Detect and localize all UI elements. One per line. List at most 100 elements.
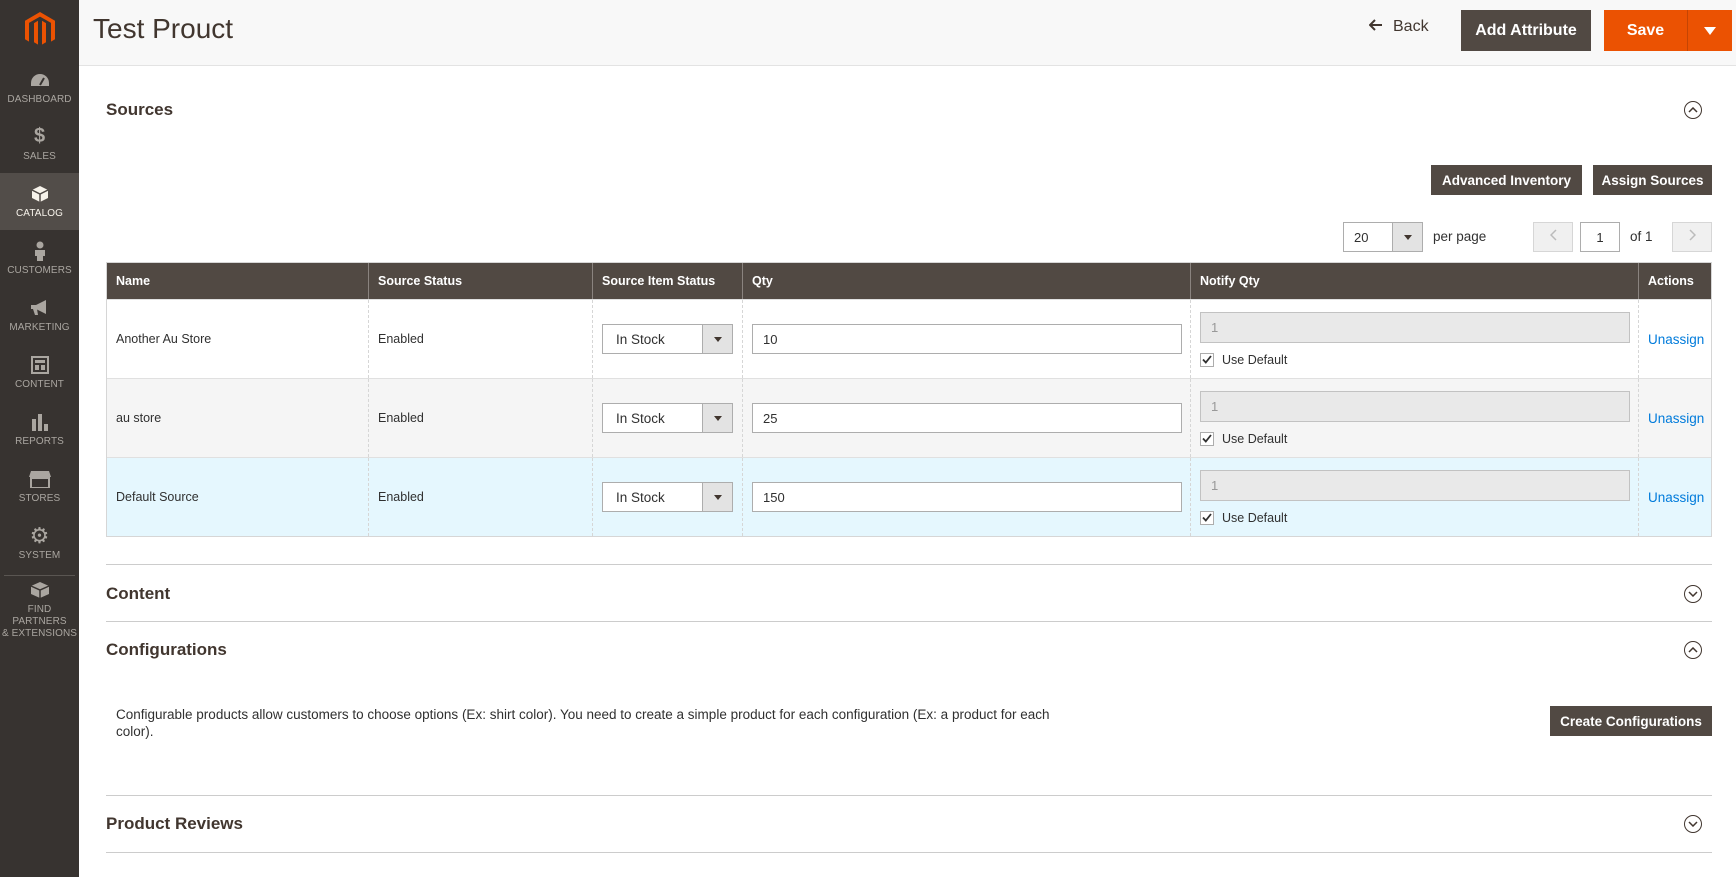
item-status-cell: In Stock: [593, 379, 743, 457]
nav-label: Catalog: [15, 207, 63, 219]
extensions-box-icon: [30, 580, 50, 600]
collapse-up-icon[interactable]: [1684, 101, 1702, 119]
bar-chart-icon: [31, 412, 49, 432]
table-row: Default Source Enabled In Stock 150 1 Us…: [107, 457, 1711, 536]
add-attribute-button[interactable]: Add Attribute: [1461, 10, 1591, 51]
use-default-checkbox-label[interactable]: Use Default: [1200, 352, 1288, 367]
item-status-select[interactable]: In Stock: [602, 324, 733, 354]
nav-customers[interactable]: Customers: [0, 230, 79, 287]
collapse-up-icon[interactable]: [1684, 641, 1702, 659]
save-options-toggle[interactable]: [1688, 10, 1732, 51]
configurations-section-header[interactable]: Configurations: [106, 640, 1712, 660]
grid-header-row: Name Source Status Source Item Status Qt…: [107, 263, 1711, 299]
section-title: Sources: [106, 100, 174, 119]
assign-sources-button[interactable]: Assign Sources: [1593, 165, 1712, 195]
use-default-checkbox-label[interactable]: Use Default: [1200, 510, 1288, 525]
item-status-select[interactable]: In Stock: [602, 403, 733, 433]
nav-stores[interactable]: Stores: [0, 458, 79, 515]
sources-section-header[interactable]: Sources: [106, 100, 1712, 120]
per-page-select[interactable]: 20: [1343, 222, 1423, 252]
item-status-select[interactable]: In Stock: [602, 482, 733, 512]
page-number-input[interactable]: 1: [1580, 222, 1620, 252]
nav-system[interactable]: ⚙ System: [0, 515, 79, 572]
save-button[interactable]: Save: [1604, 10, 1688, 51]
nav-catalog[interactable]: Catalog: [0, 173, 79, 230]
qty-cell: 25: [743, 379, 1191, 457]
nav-content[interactable]: Content: [0, 344, 79, 401]
next-page-button[interactable]: [1672, 222, 1712, 252]
source-status: Enabled: [369, 458, 593, 536]
arrow-left-icon: [1368, 18, 1383, 36]
section-divider: [106, 795, 1712, 796]
checkbox-checked[interactable]: [1200, 510, 1214, 525]
nav-sales[interactable]: $ Sales: [0, 116, 79, 173]
product-reviews-section-header[interactable]: Product Reviews: [106, 814, 1712, 834]
back-button[interactable]: Back: [1368, 18, 1429, 36]
unassign-link[interactable]: Unassign: [1648, 490, 1704, 505]
nav-label: Customers: [7, 264, 72, 276]
person-icon: [33, 241, 47, 261]
source-name: Default Source: [107, 458, 369, 536]
qty-cell: 150: [743, 458, 1191, 536]
dollar-icon: $: [33, 125, 46, 147]
nav-label: Stores: [18, 492, 61, 504]
dashboard-icon: [30, 70, 50, 90]
nav-label: Marketing: [9, 321, 70, 333]
use-default-label: Use Default: [1222, 352, 1288, 367]
qty-input[interactable]: 10: [752, 324, 1182, 354]
section-title: Product Reviews: [106, 814, 243, 833]
qty-input[interactable]: 25: [752, 403, 1182, 433]
item-status-cell: In Stock: [593, 458, 743, 536]
actions-cell: Unassign: [1639, 300, 1711, 378]
table-row: Another Au Store Enabled In Stock 10 1 U…: [107, 299, 1711, 378]
magento-logo[interactable]: [0, 0, 79, 59]
notify-qty-cell: 1 Use Default: [1191, 300, 1639, 378]
chevron-left-icon: [1549, 228, 1557, 246]
layout-icon: [30, 355, 49, 375]
notify-qty-cell: 1 Use Default: [1191, 379, 1639, 457]
caret-down-icon: [702, 404, 732, 432]
advanced-inventory-button[interactable]: Advanced Inventory: [1431, 165, 1582, 195]
qty-input[interactable]: 150: [752, 482, 1182, 512]
nav-reports[interactable]: Reports: [0, 401, 79, 458]
notify-qty-cell: 1 Use Default: [1191, 458, 1639, 536]
per-page-label: per page: [1433, 229, 1487, 244]
section-divider: [106, 621, 1712, 622]
caret-down-icon: [702, 483, 732, 511]
checkbox-checked[interactable]: [1200, 352, 1214, 367]
nav-label: Dashboard: [7, 93, 72, 105]
column-header: Source Item Status: [593, 263, 743, 299]
use-default-checkbox-label[interactable]: Use Default: [1200, 431, 1288, 446]
nav-dashboard[interactable]: Dashboard: [0, 59, 79, 116]
actions-cell: Unassign: [1639, 379, 1711, 457]
expand-down-icon[interactable]: [1684, 815, 1702, 833]
chevron-right-icon: [1688, 228, 1696, 246]
page-header: Test Prouct Back Add Attribute Save: [79, 0, 1736, 66]
use-default-label: Use Default: [1222, 510, 1288, 525]
column-header: Notify Qty: [1191, 263, 1639, 299]
notify-qty-input: 1: [1200, 311, 1630, 343]
expand-down-icon[interactable]: [1684, 585, 1702, 603]
notify-qty-input: 1: [1200, 390, 1630, 422]
content-section-header[interactable]: Content: [106, 584, 1712, 604]
use-default-label: Use Default: [1222, 431, 1288, 446]
source-name: Another Au Store: [107, 300, 369, 378]
item-status-value: In Stock: [616, 489, 665, 505]
storefront-icon: [28, 469, 51, 489]
actions-cell: Unassign: [1639, 458, 1711, 536]
item-status-cell: In Stock: [593, 300, 743, 378]
column-header: Actions: [1648, 274, 1694, 288]
unassign-link[interactable]: Unassign: [1648, 411, 1704, 426]
qty-cell: 10: [743, 300, 1191, 378]
create-configurations-button[interactable]: Create Configurations: [1550, 706, 1712, 736]
source-status: Enabled: [369, 379, 593, 457]
box-icon: [31, 184, 49, 204]
section-divider: [106, 852, 1712, 853]
previous-page-button[interactable]: [1533, 222, 1573, 252]
nav-divider: [4, 575, 75, 576]
nav-marketing[interactable]: Marketing: [0, 287, 79, 344]
checkbox-checked[interactable]: [1200, 431, 1214, 446]
nav-find-partners[interactable]: Find Partners & Extensions: [0, 579, 79, 641]
admin-sidebar: Dashboard $ Sales Catalog Customers Mark…: [0, 0, 79, 877]
unassign-link[interactable]: Unassign: [1648, 332, 1704, 347]
